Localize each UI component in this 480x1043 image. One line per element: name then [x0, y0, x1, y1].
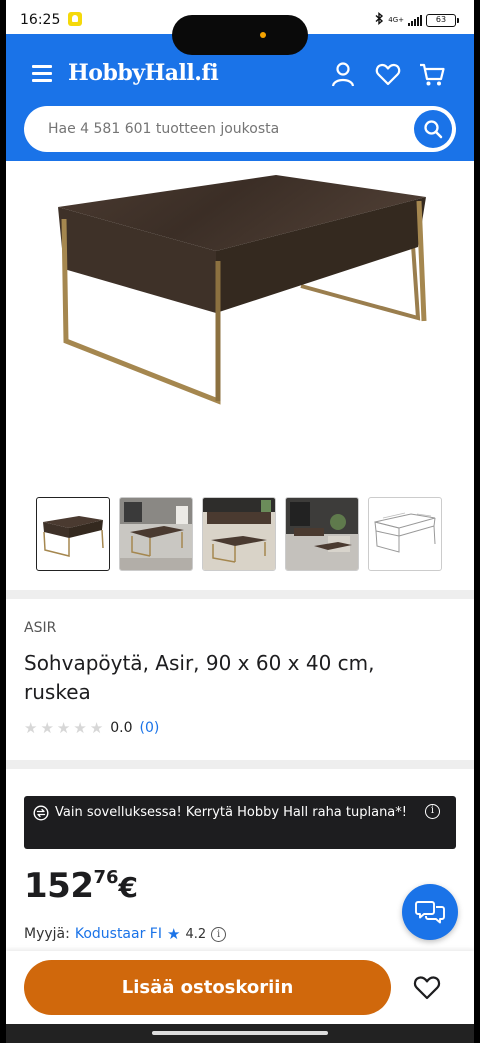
product-title: Sohvapöytä, Asir, 90 x 60 x 40 cm, ruske…	[24, 651, 375, 704]
seller-label: Myyjä:	[24, 926, 70, 942]
thumbnail[interactable]	[368, 497, 442, 571]
status-indicators: 4G+ 63	[375, 12, 459, 28]
signal-icon	[408, 14, 422, 26]
cart-icon[interactable]	[418, 60, 446, 88]
product-brand[interactable]: ASIR	[24, 620, 56, 636]
search-input[interactable]	[48, 106, 388, 152]
chat-icon	[415, 901, 445, 924]
star-icon: ★	[40, 719, 54, 737]
thumbnail-strip	[36, 497, 442, 571]
info-icon[interactable]: i	[211, 926, 227, 942]
app-promo-banner: Vain sovelluksessa! Kerrytä Hobby Hall r…	[24, 796, 456, 849]
product-price: 15276€	[24, 866, 138, 906]
chat-button[interactable]	[402, 884, 458, 940]
add-to-cart-button[interactable]: Lisää ostoskoriin	[24, 960, 391, 1015]
seller-row: Myyjä: Kodustaar FI ★ 4.2 i	[24, 925, 227, 943]
seller-link[interactable]: Kodustaar FI	[75, 926, 162, 942]
thumbnail[interactable]	[36, 497, 110, 571]
bottom-action-bar: Lisää ostoskoriin	[6, 951, 474, 1024]
heart-icon[interactable]	[374, 60, 402, 88]
price-integer: 152	[24, 866, 94, 906]
user-icon[interactable]	[329, 60, 357, 88]
price-currency: €	[118, 871, 139, 904]
battery-icon: 63	[426, 13, 459, 27]
rating-value: 0.0	[110, 720, 133, 736]
app-screen: 16:25 4G+ 63 HobbyHall.fi Hae 4 581 601 …	[6, 0, 474, 1043]
star-icon: ★	[89, 719, 104, 737]
star-icon: ★	[24, 719, 38, 737]
search-button[interactable]	[414, 110, 452, 148]
star-icon: ★	[73, 719, 87, 737]
info-icon[interactable]: i	[425, 804, 440, 819]
seller-rating: 4.2	[185, 926, 207, 942]
logo[interactable]: HobbyHall.fi	[68, 60, 219, 86]
camera-cutout	[172, 15, 308, 55]
section-divider	[6, 760, 474, 769]
snapchat-icon	[68, 12, 82, 26]
wishlist-heart-icon[interactable]	[412, 973, 442, 1001]
star-icon: ★	[166, 925, 181, 943]
thumbnail[interactable]	[119, 497, 193, 571]
product-main-image[interactable]	[6, 161, 474, 491]
network-label: 4G+	[388, 15, 404, 24]
search-bar	[24, 106, 456, 152]
status-time: 16:25	[20, 12, 61, 28]
product-rating[interactable]: ★ ★ ★ ★ ★ 0.0 (0)	[24, 719, 159, 737]
exchange-icon	[33, 805, 49, 821]
home-indicator[interactable]	[152, 1031, 328, 1035]
price-decimals: 76	[93, 867, 119, 888]
thumbnail[interactable]	[202, 497, 276, 571]
review-count-link[interactable]: (0)	[140, 720, 160, 736]
star-icon: ★	[56, 719, 71, 737]
privacy-indicator-icon	[260, 32, 266, 38]
menu-icon[interactable]	[32, 65, 52, 82]
bluetooth-icon	[375, 12, 384, 28]
search-icon	[424, 120, 443, 139]
promo-text: Vain sovelluksessa! Kerrytä Hobby Hall r…	[55, 805, 407, 820]
section-divider	[6, 590, 474, 599]
thumbnail[interactable]	[285, 497, 359, 571]
